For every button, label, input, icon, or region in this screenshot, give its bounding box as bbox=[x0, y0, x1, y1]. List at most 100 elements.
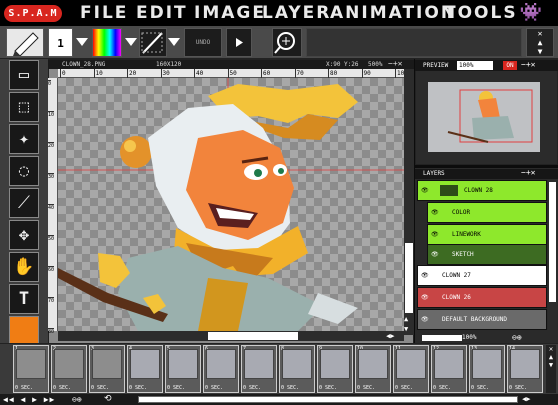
frame-cell[interactable]: 100 SEC. bbox=[355, 345, 391, 393]
ruler-tick-label: 20 bbox=[127, 69, 137, 78]
frame-cell[interactable]: 130 SEC. bbox=[469, 345, 505, 393]
eyedropper-icon[interactable]: ⟋ bbox=[9, 188, 39, 218]
play-icon[interactable] bbox=[226, 28, 252, 57]
marquee-select-icon[interactable]: ⬚ bbox=[9, 92, 39, 122]
frame-cell[interactable]: 40 SEC. bbox=[127, 345, 163, 393]
horizontal-scrollbar[interactable]: ◀▶ bbox=[58, 331, 404, 341]
timeline-scrollbar[interactable] bbox=[138, 396, 518, 403]
scrollbar-thumb[interactable] bbox=[405, 243, 413, 313]
ruler-tick-label: 60 bbox=[261, 69, 271, 78]
magic-wand-icon[interactable]: ✦ bbox=[9, 124, 39, 154]
frame-add-remove-icon[interactable]: ⊖⊕ bbox=[72, 394, 82, 405]
app-logo[interactable]: S.P.A.M bbox=[4, 5, 62, 22]
layer-row[interactable]: 👁 CLOWN 27 bbox=[417, 265, 547, 286]
menu-tools[interactable]: TOOLS bbox=[444, 3, 518, 23]
ruler-tick-label: 30 bbox=[48, 173, 55, 180]
ruler-tick-label: 10 bbox=[48, 111, 55, 118]
canvas-drawing-area[interactable] bbox=[58, 78, 404, 331]
loop-icon[interactable]: ⟲ bbox=[104, 394, 112, 405]
close-icon[interactable]: ✕ bbox=[527, 29, 553, 38]
menu-edit[interactable]: EDIT bbox=[136, 3, 188, 23]
menu-layer[interactable]: LAYER bbox=[262, 3, 331, 23]
eraser-icon[interactable]: ▭ bbox=[9, 60, 39, 90]
window-controls-icon[interactable]: −+✕ bbox=[521, 168, 535, 178]
frame-cell[interactable]: 30 SEC. bbox=[89, 345, 125, 393]
frame-cell[interactable]: 110 SEC. bbox=[393, 345, 429, 393]
canvas-zoom: 500% bbox=[368, 61, 383, 68]
hand-icon[interactable]: ✋ bbox=[9, 252, 39, 282]
canvas-filename: CLOWN_28.PNG bbox=[62, 61, 106, 68]
chevron-down-icon[interactable] bbox=[76, 38, 88, 46]
triangle-left-right-icon[interactable]: ◀▶ bbox=[386, 331, 394, 341]
foreground-color-swatch[interactable] bbox=[9, 316, 39, 344]
vertical-scrollbar[interactable]: ▲ ▼ bbox=[404, 69, 414, 335]
layer-row[interactable]: 👁 DEFAULT BACKGROUND bbox=[417, 309, 547, 330]
frames-side-controls[interactable]: ✕ ▲ ▼ bbox=[546, 345, 556, 393]
color-picker[interactable] bbox=[92, 28, 122, 57]
frame-cell[interactable]: 90 SEC. bbox=[317, 345, 353, 393]
layer-row[interactable]: 👁 CLOWN 28 bbox=[417, 180, 547, 201]
eye-icon[interactable]: 👁 bbox=[421, 266, 429, 286]
frame-cell[interactable]: 20 SEC. bbox=[51, 345, 87, 393]
triangle-down-icon[interactable]: ▼ bbox=[546, 361, 556, 369]
brush-size-field[interactable]: 1 bbox=[48, 28, 73, 57]
layer-row[interactable]: 👁 COLOR bbox=[427, 202, 547, 223]
frame-cell[interactable]: 50 SEC. bbox=[165, 345, 201, 393]
menu-image[interactable]: IMAGE bbox=[194, 3, 266, 23]
lasso-icon[interactable]: ◌ bbox=[9, 156, 39, 186]
horizontal-ruler: 0 10 20 30 40 50 60 70 80 90 100 bbox=[58, 69, 408, 78]
layer-row[interactable]: 👁 SKETCH bbox=[427, 244, 547, 265]
alien-icon[interactable]: 👾 bbox=[519, 3, 543, 23]
window-controls-icon[interactable]: −+✕ bbox=[388, 59, 402, 68]
ruler-tick-label: 10 bbox=[93, 69, 103, 78]
eye-icon[interactable]: 👁 bbox=[421, 181, 429, 201]
triangle-down-icon[interactable]: ▼ bbox=[404, 325, 408, 334]
cursor-coords: X:90 Y:26 bbox=[326, 61, 359, 68]
triangle-up-icon[interactable]: ▲ bbox=[527, 38, 553, 47]
frame-cell[interactable]: 60 SEC. bbox=[203, 345, 239, 393]
scrollbar-thumb[interactable] bbox=[208, 332, 298, 340]
triangle-left-right-icon[interactable]: ◀▶ bbox=[522, 394, 530, 405]
layers-scrollbar[interactable] bbox=[548, 180, 557, 330]
canvas-dimensions: 160X120 bbox=[156, 61, 182, 68]
eye-icon[interactable]: 👁 bbox=[421, 288, 429, 308]
frame-cell[interactable]: 70 SEC. bbox=[241, 345, 277, 393]
menu-animation[interactable]: ANIMATION bbox=[330, 3, 457, 23]
frame-cell[interactable]: 140 SEC. bbox=[507, 345, 543, 393]
chevron-down-icon[interactable] bbox=[125, 38, 137, 46]
move-icon[interactable]: ✥ bbox=[9, 220, 39, 250]
eye-icon[interactable]: 👁 bbox=[431, 203, 439, 223]
menu-file[interactable]: FILE bbox=[80, 3, 128, 23]
ruler-tick-label: 90 bbox=[361, 69, 371, 78]
selection-mode-icon[interactable] bbox=[139, 28, 167, 57]
ruler-tick-label: 80 bbox=[328, 69, 338, 78]
ruler-tick-label: 30 bbox=[160, 69, 170, 78]
frame-cell[interactable]: 80 SEC. bbox=[279, 345, 315, 393]
layer-name: COLOR bbox=[452, 209, 471, 216]
triangle-up-icon[interactable]: ▲ bbox=[404, 315, 408, 324]
playback-controls-icon[interactable]: ◀◀ ◀ ▶ ▶▶ bbox=[3, 394, 55, 405]
text-tool-icon[interactable]: T bbox=[9, 284, 39, 314]
triangle-up-icon[interactable]: ▲ bbox=[546, 353, 556, 361]
chevron-down-icon[interactable] bbox=[168, 38, 180, 46]
ruler-tick-label: 50 bbox=[227, 69, 237, 78]
frame-cell[interactable]: 120 SEC. bbox=[431, 345, 467, 393]
layer-row[interactable]: 👁 CLOWN 26 bbox=[417, 287, 547, 308]
opacity-slider[interactable] bbox=[422, 335, 462, 341]
triangle-down-icon[interactable]: ▼ bbox=[527, 47, 553, 56]
eye-icon[interactable]: 👁 bbox=[431, 245, 439, 265]
zoom-in-icon[interactable] bbox=[272, 28, 302, 57]
frame-cell[interactable]: 10 SEC. bbox=[13, 345, 49, 393]
window-controls-icon[interactable]: −+✕ bbox=[521, 59, 535, 70]
layer-row[interactable]: 👁 LINEWORK bbox=[427, 224, 547, 245]
eye-icon[interactable]: 👁 bbox=[431, 225, 439, 245]
preview-zoom-select[interactable]: 100% bbox=[457, 61, 493, 70]
pencil-tool-icon[interactable] bbox=[6, 28, 44, 57]
undo-button[interactable]: UNDO bbox=[184, 28, 222, 57]
ruler-tick-label: 40 bbox=[194, 69, 204, 78]
close-icon[interactable]: ✕ bbox=[546, 345, 556, 353]
scrollbar-thumb[interactable] bbox=[549, 182, 556, 302]
layer-add-remove-icon[interactable]: ⊖⊕ bbox=[512, 333, 522, 343]
eye-icon[interactable]: 👁 bbox=[421, 310, 429, 330]
preview-toggle[interactable]: ON bbox=[503, 61, 517, 70]
